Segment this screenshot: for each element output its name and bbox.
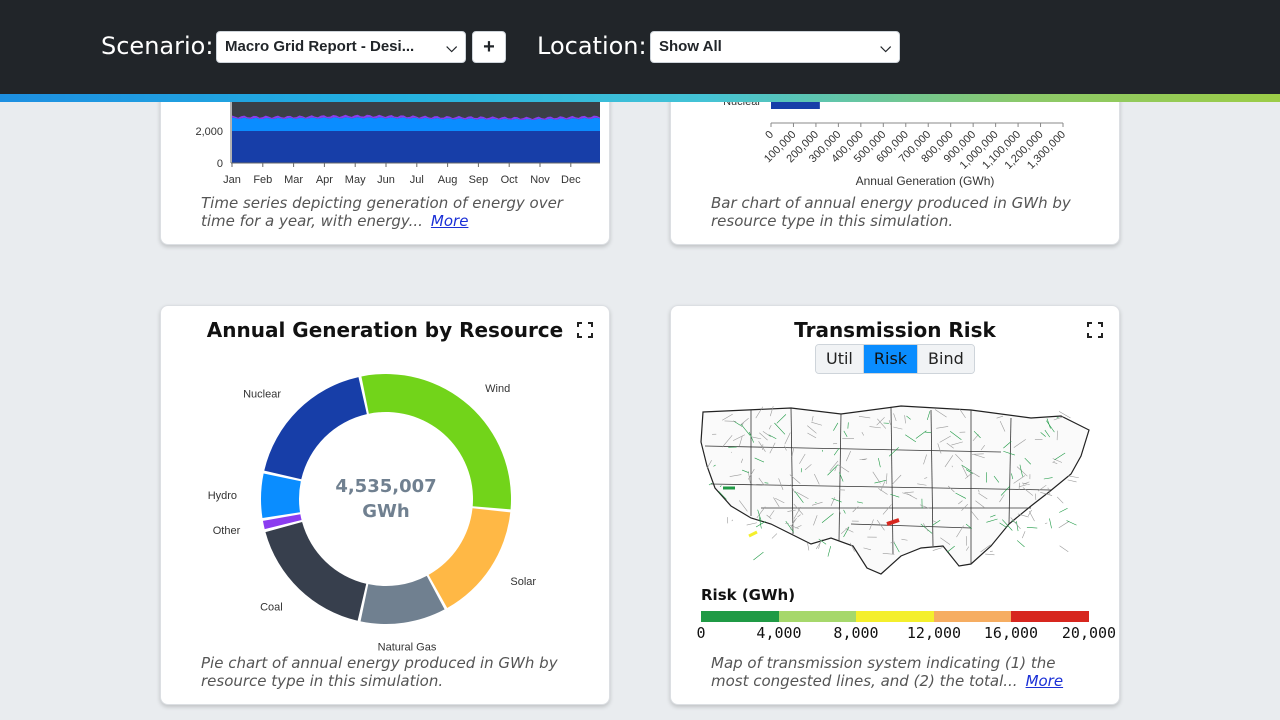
legend-swatch	[778, 611, 857, 622]
transmission-line	[1049, 518, 1052, 529]
transmission-line	[1026, 526, 1038, 529]
y-tick-label: 2,000	[195, 126, 223, 138]
donut-center-value: 4,535,007	[335, 476, 436, 497]
x-tick-label: Dec	[561, 174, 581, 186]
x-tick-label: Feb	[253, 174, 272, 186]
donut-label: Other	[213, 525, 241, 537]
legend-tick: 4,000	[756, 624, 802, 642]
transmission-line	[1059, 507, 1068, 513]
expand-icon[interactable]	[1087, 322, 1103, 338]
scenario-select[interactable]: Macro Grid Report - Desi... ⌵	[216, 31, 466, 63]
legend-swatch	[933, 611, 1012, 622]
more-link[interactable]: More	[1026, 672, 1064, 690]
legend-swatch	[701, 611, 779, 622]
y-tick-label: 0	[217, 158, 223, 170]
congested-line-medium	[748, 530, 758, 538]
donut-chart: Wind Solar Natural Gas Coal Other Hydro Nuclea…	[208, 374, 536, 654]
location-label: Location:	[537, 32, 647, 60]
card-title: Transmission Risk	[794, 318, 996, 342]
donut-slices	[261, 374, 511, 624]
us-transmission-map	[700, 405, 1090, 575]
area-plot	[232, 101, 600, 163]
chevron-down-icon: ⌵	[880, 39, 891, 55]
timeseries-description-text: Time series depicting generation of ener…	[201, 194, 563, 230]
transmission-line	[1067, 475, 1079, 479]
more-link[interactable]: More	[431, 212, 469, 230]
x-tick-label: Aug	[438, 174, 458, 186]
legend-title: Risk (GWh)	[701, 586, 796, 604]
x-tick-labels: 0100,000200,000300,000400,000500,000600,…	[762, 123, 1068, 172]
donut-center-unit: GWh	[362, 501, 409, 522]
donut-slice-natural-gas[interactable]	[360, 575, 445, 624]
map-description: Map of transmission system indicating (1…	[711, 654, 1091, 690]
legend-swatch	[1011, 611, 1089, 622]
transmission-map-card: Transmission Risk Util Risk Bind Risk (G…	[670, 305, 1120, 705]
x-tick-label: May	[345, 174, 366, 186]
transmission-line	[827, 546, 831, 557]
donut-label: Coal	[260, 601, 283, 613]
legend-swatch	[856, 611, 934, 622]
location-select[interactable]: Show All ⌵	[650, 31, 900, 63]
header-gradient-bar	[0, 94, 1280, 102]
chevron-down-icon: ⌵	[446, 39, 457, 55]
transmission-line	[932, 547, 943, 551]
month-tick-labels: Jan Feb Mar Apr May Jun Jul Aug Sep Oct Nov Dec	[223, 163, 581, 186]
add-scenario-button[interactable]: +	[472, 31, 506, 63]
x-tick-label: Jul	[410, 174, 424, 186]
legend-tick: 8,000	[833, 624, 879, 642]
x-tick-label: Jan	[223, 174, 241, 186]
map-mode-toggle: Util Risk Bind	[815, 344, 975, 374]
transmission-line	[1044, 522, 1048, 525]
x-tick-label: Nov	[530, 174, 550, 186]
scenario-label: Scenario:	[101, 32, 214, 60]
x-tick-label: Sep	[469, 174, 489, 186]
transmission-line	[731, 519, 734, 522]
x-axis-label: Annual Generation (GWh)	[856, 174, 995, 188]
x-tick-label: Apr	[316, 174, 333, 186]
toggle-risk-button[interactable]: Risk	[863, 345, 919, 373]
pie-chart-card: Annual Generation by Resource Wind Solar N…	[160, 305, 610, 705]
transmission-line	[1066, 520, 1077, 526]
card-title: Annual Generation by Resource	[206, 318, 564, 342]
risk-color-scale	[701, 611, 1089, 622]
scenario-select-value: Macro Grid Report - Desi...	[225, 38, 415, 55]
transmission-line	[1016, 540, 1025, 548]
top-bar: Scenario: Macro Grid Report - Desi... ⌵ …	[0, 0, 1280, 94]
x-tick-label: Oct	[501, 174, 518, 186]
legend-tick: 16,000	[983, 624, 1039, 642]
x-tick-label: Jun	[377, 174, 395, 186]
donut-slice-hydro[interactable]	[261, 473, 301, 518]
expand-icon[interactable]	[577, 322, 593, 338]
transmission-line	[1059, 545, 1069, 552]
transmission-line	[1056, 496, 1064, 504]
transmission-line	[1028, 511, 1035, 522]
location-select-value: Show All	[659, 38, 722, 55]
toggle-util-button[interactable]: Util	[816, 345, 864, 373]
transmission-line	[985, 553, 995, 556]
legend-tick: 20,000	[1061, 624, 1117, 642]
donut-slice-solar[interactable]	[428, 508, 511, 608]
legend-tick: 0	[696, 624, 706, 642]
donut-label: Wind	[485, 383, 510, 395]
transmission-line	[771, 533, 778, 539]
transmission-line	[1021, 531, 1026, 539]
donut-label: Natural Gas	[378, 642, 437, 654]
x-tick-label: Mar	[284, 174, 303, 186]
legend-tick: 12,000	[906, 624, 962, 642]
transmission-line	[746, 522, 757, 526]
pie-chart-description: Pie chart of annual energy produced in G…	[201, 654, 558, 690]
transmission-line	[1067, 479, 1077, 483]
donut-label: Nuclear	[243, 388, 281, 400]
area-series	[232, 131, 600, 163]
map-description-text: Map of transmission system indicating (1…	[711, 654, 1056, 690]
transmission-line	[753, 551, 764, 561]
x-tick-label: 0	[763, 129, 776, 142]
transmission-line	[807, 542, 810, 551]
donut-label: Hydro	[208, 490, 237, 502]
transmission-line	[1058, 521, 1070, 529]
bar-chart-description: Bar chart of annual energy produced in G…	[711, 194, 1071, 230]
timeseries-description: Time series depicting generation of ener…	[201, 194, 581, 230]
donut-label: Solar	[510, 576, 536, 588]
toggle-bind-button[interactable]: Bind	[918, 345, 974, 373]
